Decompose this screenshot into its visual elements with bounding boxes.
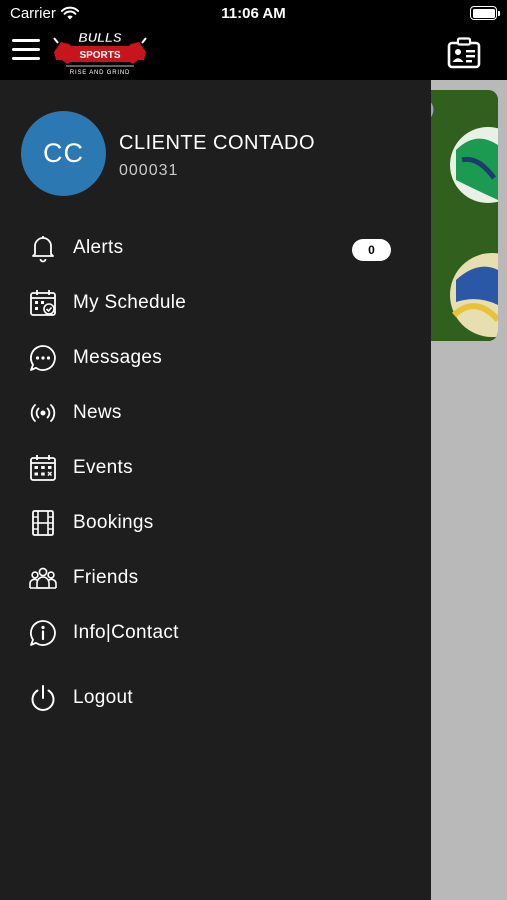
menu-item-label: Friends xyxy=(73,567,139,588)
chat-bubble-icon xyxy=(30,345,56,371)
avatar-initials: CC xyxy=(43,138,84,168)
events-calendar-icon xyxy=(30,455,56,481)
logo-tagline: RISE AND GRIND xyxy=(70,70,130,76)
broadcast-icon xyxy=(30,404,56,422)
hamburger-line xyxy=(12,48,40,51)
menu-item-my-schedule[interactable]: My Schedule xyxy=(0,280,431,324)
alerts-count-badge: 0 xyxy=(352,239,391,261)
menu-item-alerts[interactable]: Alerts 0 xyxy=(0,225,431,269)
avatar[interactable]: CC xyxy=(21,111,106,196)
menu-item-label: Events xyxy=(73,457,133,478)
menu-item-events[interactable]: Events xyxy=(0,445,431,489)
status-bar: Carrier 11:06 AM xyxy=(0,0,507,28)
menu-item-label: Logout xyxy=(73,687,133,708)
bookings-film-icon xyxy=(32,510,54,536)
info-bubble-icon xyxy=(30,620,56,646)
menu-item-logout[interactable]: Logout xyxy=(0,675,431,719)
menu-item-label: Bookings xyxy=(73,512,154,533)
status-time: 11:06 AM xyxy=(221,5,286,22)
menu-item-label: Messages xyxy=(73,347,162,368)
navigation-drawer: CC CLIENTE CONTADO 000031 Alerts 0 My Sc… xyxy=(0,80,431,900)
menu-item-label: My Schedule xyxy=(73,292,187,313)
menu-item-info-contact[interactable]: Info|Contact xyxy=(0,610,431,654)
menu-item-label: Alerts xyxy=(73,237,124,258)
hamburger-line xyxy=(12,57,40,60)
friends-group-icon xyxy=(29,567,57,589)
menu-toggle-button[interactable] xyxy=(12,39,42,63)
hamburger-line xyxy=(12,39,40,42)
user-code: 000031 xyxy=(119,162,179,179)
logo-subtitle: SPORTS xyxy=(79,50,120,61)
menu-item-label: Info|Contact xyxy=(73,622,179,643)
schedule-calendar-icon xyxy=(30,290,56,316)
user-name: CLIENTE CONTADO xyxy=(119,132,316,154)
bulls-sports-logo[interactable]: BULLS SPORTS RISE AND GRIND xyxy=(52,30,148,76)
contact-card-icon[interactable] xyxy=(447,37,481,69)
power-icon xyxy=(31,685,55,711)
logo-title: BULLS xyxy=(78,30,122,45)
app-bar: BULLS SPORTS RISE AND GRIND xyxy=(0,28,507,80)
menu-item-news[interactable]: News xyxy=(0,390,431,434)
battery-icon xyxy=(470,6,500,20)
menu-item-messages[interactable]: Messages xyxy=(0,335,431,379)
menu-item-label: News xyxy=(73,402,122,423)
bell-icon xyxy=(32,236,54,263)
menu-item-friends[interactable]: Friends xyxy=(0,555,431,599)
menu-item-bookings[interactable]: Bookings xyxy=(0,500,431,544)
